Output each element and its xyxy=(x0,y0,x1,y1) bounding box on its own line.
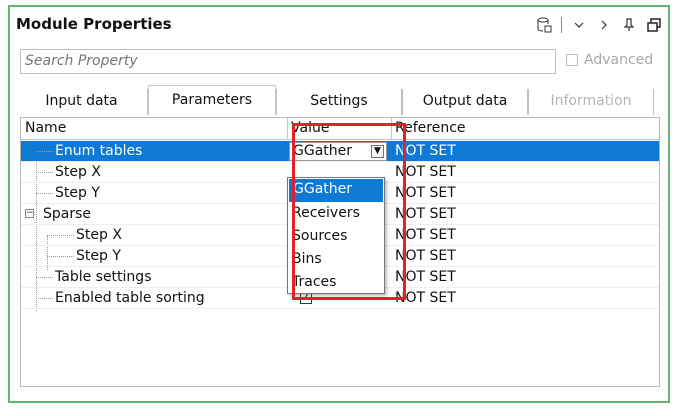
column-header-reference[interactable]: Reference xyxy=(391,118,655,139)
tab-information: Information xyxy=(528,89,654,115)
property-name: Step Y xyxy=(55,185,100,201)
property-name: Sparse xyxy=(43,206,92,222)
tree-branch xyxy=(47,256,74,257)
tab-parameters[interactable]: Parameters xyxy=(148,85,276,115)
property-reference: NOT SET xyxy=(395,269,456,285)
property-reference: NOT SET xyxy=(395,227,456,243)
tab-strip: Input data Parameters Settings Output da… xyxy=(16,85,662,115)
panel-titlebar: Module Properties xyxy=(10,7,668,41)
tab-output-data[interactable]: Output data xyxy=(402,89,528,115)
column-header-value[interactable]: Value xyxy=(287,118,391,139)
property-name: Table settings xyxy=(55,269,152,285)
panel-title: Module Properties xyxy=(16,15,172,33)
enum-tables-combobox[interactable]: GGather ▼ xyxy=(289,142,387,161)
tree-branch xyxy=(36,151,53,152)
property-name: Enabled table sorting xyxy=(55,290,205,306)
titlebar-icons xyxy=(536,14,662,36)
restore-window-icon[interactable] xyxy=(646,16,662,34)
property-reference: NOT SET xyxy=(395,248,456,264)
property-name: Step X xyxy=(76,227,122,243)
module-properties-panel: Module Properties Search Property Advanc… xyxy=(8,5,670,403)
collapse-icon[interactable]: − xyxy=(25,209,34,218)
tree-branch xyxy=(47,235,74,236)
database-icon[interactable] xyxy=(536,16,552,34)
grid-header: Name Value Reference xyxy=(21,118,659,140)
property-reference: NOT SET xyxy=(395,164,456,180)
property-reference: NOT SET xyxy=(395,290,456,306)
search-property-input[interactable]: Search Property xyxy=(20,49,556,74)
dropdown-option-traces[interactable]: Traces xyxy=(288,272,384,295)
property-row-enum-tables[interactable]: Enum tables GGather ▼ NOT SET xyxy=(21,141,659,162)
tab-input-data[interactable]: Input data xyxy=(16,89,148,115)
property-reference: NOT SET xyxy=(395,206,456,222)
column-header-name[interactable]: Name xyxy=(21,118,287,139)
tree-branch xyxy=(36,172,53,173)
pin-icon[interactable] xyxy=(621,16,637,34)
tree-branch xyxy=(36,277,53,278)
property-name: Step X xyxy=(55,164,101,180)
enum-tables-dropdown-list: GGather Receivers Sources Bins Traces xyxy=(287,177,385,294)
dropdown-option-receivers[interactable]: Receivers xyxy=(288,203,384,226)
tree-branch xyxy=(36,193,53,194)
dropdown-option-sources[interactable]: Sources xyxy=(288,226,384,249)
chevron-down-icon[interactable] xyxy=(571,16,587,34)
dropdown-option-bins[interactable]: Bins xyxy=(288,249,384,272)
tree-branch xyxy=(36,298,53,299)
titlebar-separator xyxy=(561,17,562,33)
combobox-value: GGather xyxy=(293,143,353,159)
property-name: Step Y xyxy=(76,248,121,264)
dropdown-option-ggather[interactable]: GGather xyxy=(289,179,383,202)
dropdown-arrow-icon[interactable]: ▼ xyxy=(371,145,384,158)
property-name: Enum tables xyxy=(55,143,143,159)
property-reference: NOT SET xyxy=(395,143,456,159)
advanced-label: Advanced xyxy=(584,52,654,68)
advanced-checkbox[interactable]: Advanced xyxy=(566,52,653,68)
tab-settings[interactable]: Settings xyxy=(276,89,402,115)
chevron-right-icon[interactable] xyxy=(596,16,612,34)
property-reference: NOT SET xyxy=(395,185,456,201)
advanced-checkbox-box[interactable] xyxy=(566,54,578,66)
